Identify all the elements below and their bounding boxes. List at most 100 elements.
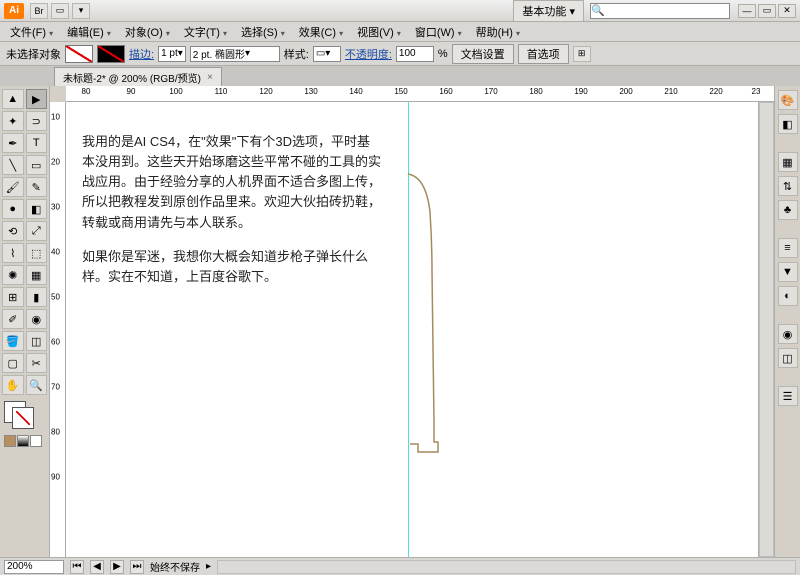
live-paint-tool[interactable]: 🪣 <box>2 331 24 351</box>
zoom-tool[interactable]: 🔍 <box>26 375 48 395</box>
gradient-tool[interactable]: ▮ <box>26 287 48 307</box>
canvas-area[interactable]: 我用的是AI CS4，在"效果"下有个3D选项，平时基本没用到。这些天开始琢磨这… <box>66 102 758 557</box>
stroke-swatch[interactable] <box>97 45 125 63</box>
mesh-tool[interactable]: ⊞ <box>2 287 24 307</box>
menu-edit[interactable]: 编辑(E) ▾ <box>63 22 115 42</box>
ruler-tick: 190 <box>574 87 587 96</box>
bridge-icon[interactable]: Br <box>30 3 48 19</box>
menu-type[interactable]: 文字(T) ▾ <box>180 22 231 42</box>
menu-object[interactable]: 对象(O) ▾ <box>121 22 174 42</box>
chevron-down-icon: ▾ <box>516 29 520 38</box>
chevron-down-icon: ▾ <box>569 6 575 18</box>
eraser-tool[interactable]: ◧ <box>26 199 48 219</box>
stroke-panel-icon[interactable]: ≡ <box>778 238 798 258</box>
artboard-next-icon[interactable]: ▶ <box>110 560 124 574</box>
align-icon[interactable]: ⊞ <box>573 46 591 62</box>
selection-tool[interactable]: ▲ <box>2 89 24 109</box>
menu-view[interactable]: 视图(V) ▾ <box>353 22 405 42</box>
menu-effect[interactable]: 效果(C) ▾ <box>295 22 347 42</box>
ruler-vertical[interactable]: 10 20 30 40 50 60 70 80 90 <box>50 102 66 557</box>
search-input[interactable]: 🔍 <box>590 3 730 19</box>
ruler-tick: 110 <box>215 87 228 96</box>
swatches-panel-icon[interactable]: ▦ <box>778 152 798 172</box>
arrange-dropdown-icon[interactable]: ▾ <box>72 3 90 19</box>
opacity-input[interactable] <box>396 46 434 62</box>
graph-tool[interactable]: ▦ <box>26 265 48 285</box>
slice-tool[interactable]: ✂ <box>26 353 48 373</box>
ruler-tick: 90 <box>127 87 136 96</box>
chevron-down-icon: ▾ <box>281 29 285 38</box>
rectangle-tool[interactable]: ▭ <box>26 155 48 175</box>
close-button[interactable]: ✕ <box>778 4 796 18</box>
eyedropper-tool[interactable]: ✐ <box>2 309 24 329</box>
menu-view-label: 视图(V) <box>357 27 394 39</box>
pencil-tool[interactable]: ✎ <box>26 177 48 197</box>
artboard-last-icon[interactable]: ⏭ <box>130 560 144 574</box>
scrollbar-thumb[interactable] <box>218 561 795 573</box>
menu-file[interactable]: 文件(F) ▾ <box>6 22 57 42</box>
document-tab[interactable]: 未标题-2* @ 200% (RGB/预览) × <box>54 67 222 86</box>
brushes-panel-icon[interactable]: ⇅ <box>778 176 798 196</box>
brush-select[interactable]: 2 pt. 椭圆形 ▾ <box>190 46 280 62</box>
appearance-panel-icon[interactable]: ◉ <box>778 324 798 344</box>
scale-tool[interactable]: ⤢ <box>26 221 48 241</box>
gradient-panel-icon[interactable]: ▼ <box>778 262 798 282</box>
ruler-tick: 20 <box>51 158 60 167</box>
type-tool[interactable]: T <box>26 133 48 153</box>
ruler-horizontal[interactable]: 80 90 100 110 120 130 140 150 160 170 18… <box>66 86 774 102</box>
none-mode-icon[interactable] <box>30 435 42 447</box>
document-setup-button[interactable]: 文档设置 <box>452 44 514 64</box>
zoom-value: 200% <box>7 561 33 572</box>
paintbrush-tool[interactable]: 🖌 <box>2 177 24 197</box>
live-paint-selection-tool[interactable]: ◫ <box>26 331 48 351</box>
line-tool[interactable]: ╲ <box>2 155 24 175</box>
zoom-level-input[interactable]: 200% <box>4 560 64 574</box>
menu-help[interactable]: 帮助(H) ▾ <box>472 22 524 42</box>
rotate-tool[interactable]: ⟲ <box>2 221 24 241</box>
color-guide-panel-icon[interactable]: ◧ <box>778 114 798 134</box>
preferences-button[interactable]: 首选项 <box>518 44 569 64</box>
warp-tool[interactable]: ⌇ <box>2 243 24 263</box>
maximize-button[interactable]: ▭ <box>758 4 776 18</box>
scrollbar-thumb[interactable] <box>759 102 774 557</box>
close-tab-icon[interactable]: × <box>207 72 213 83</box>
gradient-mode-icon[interactable] <box>17 435 29 447</box>
style-select[interactable]: ▭▾ <box>313 46 341 62</box>
blend-tool[interactable]: ◉ <box>26 309 48 329</box>
fill-stroke-control[interactable] <box>2 401 47 431</box>
color-panel-icon[interactable]: 🎨 <box>778 90 798 110</box>
workspace-switcher[interactable]: 基本功能 ▾ <box>513 0 584 22</box>
magic-wand-tool[interactable]: ✦ <box>2 111 24 131</box>
scrollbar-horizontal[interactable] <box>217 560 796 574</box>
symbols-panel-icon[interactable]: ♣ <box>778 200 798 220</box>
stroke-color[interactable] <box>12 407 34 429</box>
chevron-right-icon[interactable]: ▸ <box>206 561 211 572</box>
bullet-outline-path[interactable] <box>386 172 446 462</box>
lasso-tool[interactable]: ⊃ <box>26 111 48 131</box>
hand-tool[interactable]: ✋ <box>2 375 24 395</box>
color-mode-icon[interactable] <box>4 435 16 447</box>
menu-help-label: 帮助(H) <box>476 27 513 39</box>
stroke-weight-input[interactable]: 1 pt ▾ <box>158 46 186 62</box>
scrollbar-vertical[interactable] <box>758 102 774 557</box>
menu-window[interactable]: 窗口(W) ▾ <box>411 22 466 42</box>
stroke-weight-value: 1 pt <box>161 48 178 59</box>
free-transform-tool[interactable]: ⬚ <box>26 243 48 263</box>
fill-swatch[interactable] <box>65 45 93 63</box>
symbol-sprayer-tool[interactable]: ✺ <box>2 265 24 285</box>
graphic-styles-panel-icon[interactable]: ◫ <box>778 348 798 368</box>
artboard-tool[interactable]: ▢ <box>2 353 24 373</box>
minimize-button[interactable]: — <box>738 4 756 18</box>
pen-tool[interactable]: ✒ <box>2 133 24 153</box>
arrange-icon[interactable]: ▭ <box>51 3 69 19</box>
menu-select[interactable]: 选择(S) ▾ <box>237 22 289 42</box>
opacity-link[interactable]: 不透明度: <box>345 46 392 62</box>
artboard-first-icon[interactable]: ⏮ <box>70 560 84 574</box>
layers-panel-icon[interactable]: ☰ <box>778 386 798 406</box>
artboard-prev-icon[interactable]: ◀ <box>90 560 104 574</box>
ruler-tick: 130 <box>304 87 317 96</box>
direct-selection-tool[interactable]: ▶ <box>26 89 48 109</box>
blob-brush-tool[interactable]: ● <box>2 199 24 219</box>
transparency-panel-icon[interactable]: ◐ <box>778 286 798 306</box>
stroke-panel-link[interactable]: 描边: <box>129 46 154 62</box>
